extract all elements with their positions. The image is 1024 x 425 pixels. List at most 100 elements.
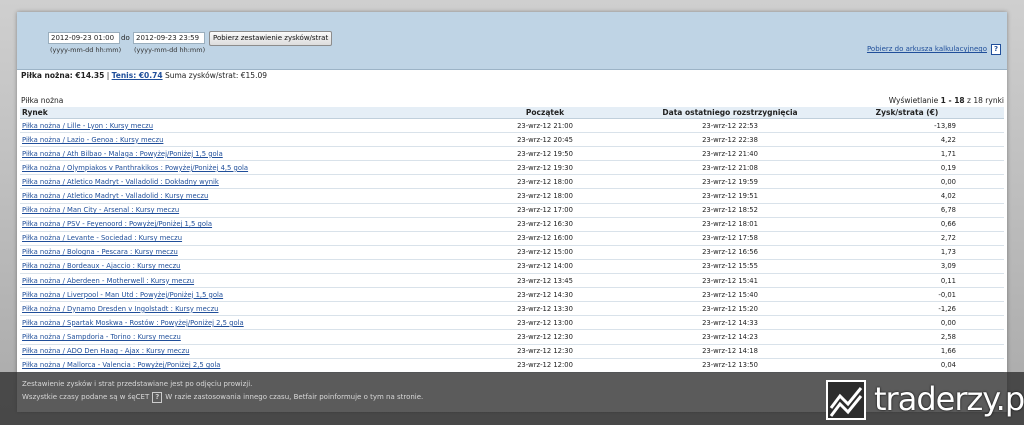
start-cell: 23-wrz-12 21:00: [440, 118, 650, 134]
profit-cell: 4,22: [810, 132, 1004, 148]
table-header-row: Rynek Początek Data ostatniego rozstrzyg…: [20, 107, 1004, 119]
market-link[interactable]: Piłka nożna / Olympiakos v Panthrakikos …: [22, 164, 248, 172]
settled-cell: 23-wrz-12 14:18: [650, 344, 810, 359]
settled-cell: 23-wrz-12 18:52: [650, 203, 810, 218]
profit-cell: 4,02: [810, 188, 1004, 204]
market-link[interactable]: Piłka nożna / Dynamo Dresden v Ingolstad…: [22, 305, 218, 313]
profit-cell: -0,01: [810, 287, 1004, 303]
market-cell: Piłka nożna / Atletico Madryt - Valladol…: [20, 188, 440, 204]
table-row: Piłka nożna / Mallorca - Valencia : Powy…: [20, 358, 1004, 373]
excel-export-link[interactable]: Pobierz do arkusza kalkulacyjnego: [867, 45, 987, 53]
col-market[interactable]: Rynek: [20, 107, 440, 119]
col-settled[interactable]: Data ostatniego rozstrzygnięcia: [650, 107, 810, 119]
to-date-input[interactable]: 2012-09-23 23:59: [133, 32, 205, 44]
market-cell: Piłka nożna / Lille - Lyon : Kursy meczu: [20, 118, 440, 134]
profit-cell: 3,09: [810, 259, 1004, 275]
profit-cell: 0,66: [810, 217, 1004, 232]
start-cell: 23-wrz-12 20:45: [440, 132, 650, 148]
profit-cell: 0,00: [810, 174, 1004, 190]
profit-cell: -13,89: [810, 118, 1004, 134]
settled-cell: 23-wrz-12 19:51: [650, 188, 810, 204]
market-cell: Piłka nożna / Liverpool - Man Utd : Powy…: [20, 287, 440, 303]
market-link[interactable]: Piłka nożna / Lazio - Genoa : Kursy mecz…: [22, 136, 163, 144]
market-link[interactable]: Piłka nożna / Atletico Madryt - Valladol…: [22, 192, 208, 200]
market-link[interactable]: Piłka nożna / Sampdoria - Torino : Kursy…: [22, 333, 181, 341]
market-link[interactable]: Piłka nożna / Lille - Lyon : Kursy meczu: [22, 122, 153, 130]
timezone-text-2: W razie zastosowania innego czasu, Betfa…: [165, 393, 424, 401]
help-icon[interactable]: ?: [991, 44, 1001, 55]
table-row: Piłka nożna / Spartak Moskwa - Rostów : …: [20, 315, 1004, 331]
settled-cell: 23-wrz-12 13:50: [650, 358, 810, 373]
profit-cell: -1,26: [810, 301, 1004, 317]
market-cell: Piłka nożna / ADO Den Haag - Ajax : Kurs…: [20, 344, 440, 359]
market-link[interactable]: Piłka nożna / PSV - Feyenoord : Powyżej/…: [22, 220, 212, 228]
table-row: Piłka nożna / Aberdeen - Motherwell : Ku…: [20, 273, 1004, 289]
pager-prefix: Wyświetlanie: [888, 96, 939, 105]
start-cell: 23-wrz-12 15:00: [440, 245, 650, 260]
timezone-text: Wszystkie czasy podane są w śęCET: [22, 393, 150, 401]
market-link[interactable]: Piłka nożna / Spartak Moskwa - Rostów : …: [22, 319, 244, 327]
market-cell: Piłka nożna / Bologna - Pescara : Kursy …: [20, 245, 440, 260]
market-cell: Piłka nożna / Mallorca - Valencia : Powy…: [20, 358, 440, 373]
settled-cell: 23-wrz-12 15:20: [650, 301, 810, 317]
get-report-button[interactable]: Pobierz zestawienie zysków/strat: [209, 31, 333, 46]
table-row: Piłka nożna / Liverpool - Man Utd : Powy…: [20, 287, 1004, 303]
market-link[interactable]: Piłka nożna / Aberdeen - Motherwell : Ku…: [22, 277, 194, 285]
traderzy-logo-icon: [826, 380, 866, 420]
start-cell: 23-wrz-12 13:45: [440, 273, 650, 289]
from-date-input[interactable]: 2012-09-23 01:00: [48, 32, 120, 44]
markets-table: Rynek Początek Data ostatniego rozstrzyg…: [20, 107, 1004, 373]
settled-cell: 23-wrz-12 22:53: [650, 118, 810, 134]
start-cell: 23-wrz-12 14:30: [440, 287, 650, 303]
market-link[interactable]: Piłka nożna / Bologna - Pescara : Kursy …: [22, 248, 178, 256]
settled-cell: 23-wrz-12 21:40: [650, 146, 810, 162]
to-word: do: [121, 34, 130, 42]
market-link[interactable]: Piłka nożna / ADO Den Haag - Ajax : Kurs…: [22, 347, 190, 355]
table-row: Piłka nożna / ADO Den Haag - Ajax : Kurs…: [20, 344, 1004, 359]
profit-cell: 2,58: [810, 329, 1004, 345]
settled-cell: 23-wrz-12 16:56: [650, 245, 810, 260]
total-value: €15.09: [240, 71, 267, 80]
tennis-total-link[interactable]: Tenis: €0.74: [112, 71, 163, 80]
table-row: Piłka nożna / Dynamo Dresden v Ingolstad…: [20, 301, 1004, 317]
table-row: Piłka nożna / Atletico Madryt - Valladol…: [20, 188, 1004, 204]
start-cell: 23-wrz-12 16:00: [440, 231, 650, 246]
start-cell: 23-wrz-12 13:00: [440, 315, 650, 331]
table-row: Piłka nożna / Lazio - Genoa : Kursy mecz…: [20, 132, 1004, 148]
market-link[interactable]: Piłka nożna / Liverpool - Man Utd : Powy…: [22, 291, 223, 299]
market-cell: Piłka nożna / Sampdoria - Torino : Kursy…: [20, 329, 440, 345]
table-row: Piłka nożna / Lille - Lyon : Kursy meczu…: [20, 118, 1004, 134]
profit-cell: 0,11: [810, 273, 1004, 289]
profit-cell: 6,78: [810, 203, 1004, 218]
start-cell: 23-wrz-12 19:50: [440, 146, 650, 162]
market-link[interactable]: Piłka nożna / Mallorca - Valencia : Powy…: [22, 361, 220, 369]
market-link[interactable]: Piłka nożna / Man City - Arsenal : Kursy…: [22, 206, 179, 214]
start-cell: 23-wrz-12 18:00: [440, 174, 650, 190]
profit-cell: 0,19: [810, 160, 1004, 176]
timezone-help-icon[interactable]: ?: [152, 392, 163, 403]
market-cell: Piłka nożna / Aberdeen - Motherwell : Ku…: [20, 273, 440, 289]
settled-cell: 23-wrz-12 15:55: [650, 259, 810, 275]
settled-cell: 23-wrz-12 19:59: [650, 174, 810, 190]
start-cell: 23-wrz-12 19:30: [440, 160, 650, 176]
market-link[interactable]: Piłka nożna / Levante - Sociedad : Kursy…: [22, 234, 182, 242]
start-cell: 23-wrz-12 12:30: [440, 344, 650, 359]
watermark-brand: traderzy.pl: [874, 380, 1024, 418]
market-cell: Piłka nożna / Levante - Sociedad : Kursy…: [20, 231, 440, 246]
pager-range: 1 - 18: [940, 96, 965, 105]
football-total: Piłka nożna: €14.35: [21, 71, 105, 80]
market-link[interactable]: Piłka nożna / Atletico Madryt - Valladol…: [22, 178, 219, 186]
summary-separator: |: [106, 71, 110, 80]
market-link[interactable]: Piłka nożna / Bordeaux - Ajaccio : Kursy…: [22, 262, 181, 270]
table-row: Piłka nożna / Sampdoria - Torino : Kursy…: [20, 329, 1004, 345]
table-row: Piłka nożna / PSV - Feyenoord : Powyżej/…: [20, 217, 1004, 232]
col-profit[interactable]: Zysk/strata (€): [810, 107, 1004, 119]
col-start[interactable]: Początek: [440, 107, 650, 119]
footer-overlay: Zestawienie zysków i strat przedstawiane…: [0, 372, 1024, 425]
market-link[interactable]: Piłka nożna / Ath Bilbao - Malaga : Powy…: [22, 150, 223, 158]
market-cell: Piłka nożna / PSV - Feyenoord : Powyżej/…: [20, 217, 440, 232]
settled-cell: 23-wrz-12 21:08: [650, 160, 810, 176]
market-cell: Piłka nożna / Atletico Madryt - Valladol…: [20, 174, 440, 190]
date-filter-bar: 2012-09-23 01:00 do 2012-09-23 23:59 (yy…: [17, 12, 1007, 70]
start-cell: 23-wrz-12 16:30: [440, 217, 650, 232]
